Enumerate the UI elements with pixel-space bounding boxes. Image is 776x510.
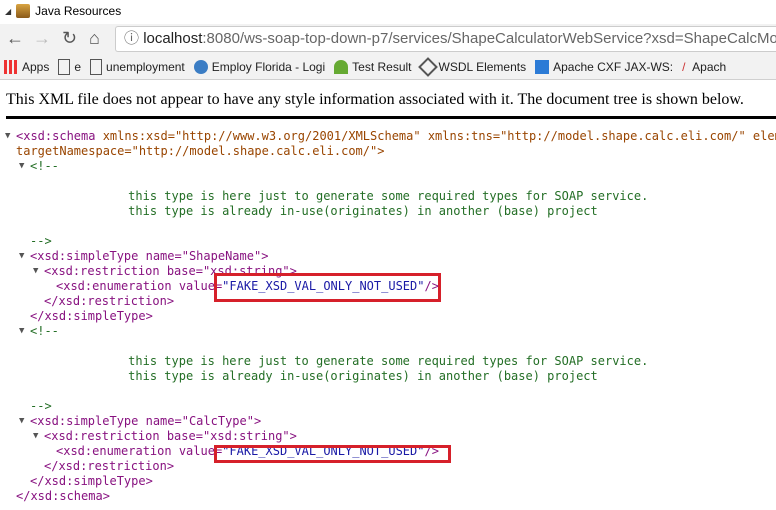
tree-item-java-resources[interactable]: ◢ Java Resources — [5, 4, 121, 18]
xml-line: this type is already in-use(originates) … — [27, 369, 598, 383]
bookmark-apache-cxf[interactable]: Apache CXF JAX-WS: — [535, 59, 673, 74]
bookmark-test-result[interactable]: Test Result — [334, 59, 412, 74]
collapse-arrow-icon[interactable]: ▼ — [19, 249, 24, 264]
collapse-arrow-icon[interactable]: ▼ — [33, 429, 38, 444]
bookmark-e[interactable]: e — [58, 58, 81, 75]
br-icon — [535, 59, 550, 74]
page-icon — [90, 58, 103, 75]
xml-line: this type is already in-use(originates) … — [27, 204, 598, 218]
bookmark-employ-florida[interactable]: Employ Florida - Logi — [193, 59, 325, 74]
xml-line: </xsd:simpleType> — [30, 309, 153, 323]
xml-line: ▼ <!-- — [19, 324, 59, 339]
collapse-arrow-icon[interactable]: ▼ — [5, 129, 10, 144]
xml-line: ▼ <xsd:schema xmlns:xsd="http://www.w3.or… — [5, 129, 776, 144]
apps-grid-icon — [4, 59, 18, 74]
back-icon[interactable]: ← — [6, 28, 24, 49]
divider — [6, 116, 776, 119]
reload-icon[interactable]: ↻ — [62, 28, 77, 49]
xml-line: ▼ <xsd:simpleType name="CalcType"> — [19, 414, 262, 429]
package-icon — [16, 4, 31, 18]
xml-line: ▼ <xsd:simpleType name="ShapeName"> — [19, 249, 269, 264]
feather-icon: / — [682, 59, 686, 74]
collapse-arrow-icon[interactable]: ▼ — [33, 264, 38, 279]
collapse-arrow-icon[interactable]: ▼ — [19, 159, 24, 174]
highlight-box — [214, 273, 441, 302]
explorer-strip: ◢ Java Resources — [0, 0, 776, 24]
umbrella-icon — [334, 59, 349, 74]
collapse-arrow-icon[interactable]: ▼ — [19, 324, 24, 339]
xml-line: --> — [30, 399, 52, 413]
bookmark-wsdl-elements[interactable]: WSDL Elements — [417, 56, 526, 77]
forward-icon[interactable]: → — [33, 28, 51, 49]
globe-icon — [193, 59, 208, 74]
bookmark-apps[interactable]: Apps — [4, 59, 49, 74]
xml-line: this type is here just to generate some … — [27, 354, 649, 368]
bookmarks-bar: Apps e unemployment Employ Florida - Log… — [0, 54, 776, 80]
page-icon — [58, 58, 71, 75]
bookmark-apache[interactable]: / Apach — [682, 60, 726, 74]
diamond-icon — [417, 56, 438, 77]
xml-info-message: This XML file does not appear to have an… — [6, 91, 744, 108]
bookmark-unemployment[interactable]: unemployment — [90, 58, 185, 75]
highlight-box — [214, 445, 451, 463]
xml-line: ▼ <!-- — [19, 159, 59, 174]
xml-line: --> — [30, 234, 52, 248]
xml-line: </xsd:simpleType> — [30, 474, 153, 488]
xml-line: this type is here just to generate some … — [27, 189, 649, 203]
info-icon: ⓘ — [124, 30, 140, 47]
browser-toolbar: ← → ↻ ⌂ ⓘ localhost:8080/ws-soap-top-dow… — [0, 24, 776, 54]
xml-line: </xsd:schema> — [16, 489, 110, 503]
collapse-arrow-icon[interactable]: ▼ — [19, 414, 24, 429]
home-icon[interactable]: ⌂ — [89, 28, 100, 49]
address-bar[interactable]: ⓘ localhost:8080/ws-soap-top-down-p7/ser… — [115, 26, 776, 52]
xml-line: ▼ <xsd:restriction base="xsd:string"> — [33, 429, 297, 444]
xml-line: targetNamespace="http://model.shape.calc… — [16, 144, 385, 158]
